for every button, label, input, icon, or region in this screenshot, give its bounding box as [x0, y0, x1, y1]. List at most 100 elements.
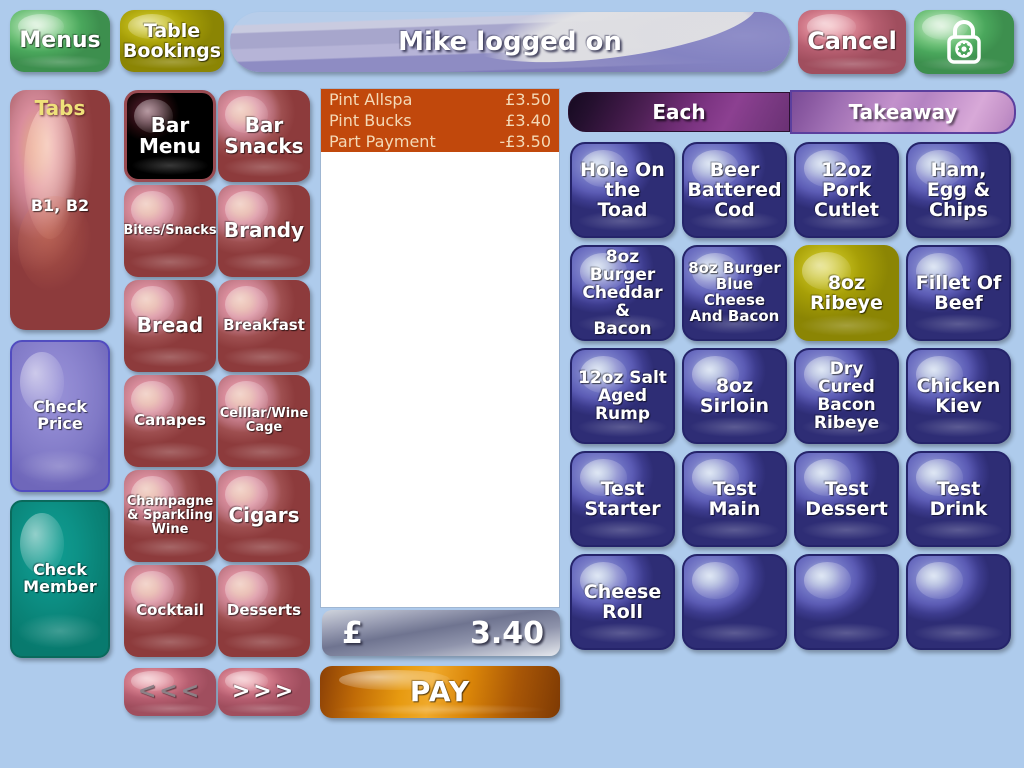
logged-on-banner: Mike logged on — [230, 12, 790, 72]
category-button[interactable]: Breakfast — [218, 280, 310, 372]
categories-next-button[interactable]: >>> — [218, 668, 310, 716]
tab-each[interactable]: Each — [568, 92, 790, 132]
category-button-label: Bread — [136, 313, 204, 338]
category-button-label: Cocktail — [136, 601, 204, 620]
pos-screen: Menus Table Bookings Mike logged on Canc… — [0, 0, 1024, 768]
product-button[interactable]: Dry Cured Bacon Ribeye — [794, 348, 899, 444]
product-button[interactable]: Ham, Egg & Chips — [906, 142, 1011, 238]
product-button[interactable]: Test Main — [682, 451, 787, 547]
menus-button[interactable]: Menus — [10, 10, 110, 72]
check-member-label: Check Member — [23, 560, 97, 596]
product-button-label: 8oz Ribeye — [810, 271, 883, 314]
product-button[interactable]: Beer Battered Cod — [682, 142, 787, 238]
categories-prev-label: <<< — [137, 679, 203, 705]
categories-prev-button[interactable]: <<< — [124, 668, 216, 716]
receipt-line[interactable]: Part Payment -£3.50 — [321, 131, 559, 152]
category-button-label: Cigars — [228, 503, 300, 528]
product-button[interactable]: 8oz Sirloin — [682, 348, 787, 444]
category-button-label: Brandy — [223, 218, 305, 243]
total-amount: 3.40 — [469, 615, 544, 651]
tab-takeaway[interactable]: Takeaway — [790, 90, 1016, 134]
product-button-empty[interactable] — [794, 554, 899, 650]
product-button[interactable]: Test Dessert — [794, 451, 899, 547]
receipt-line-amount: -£3.50 — [499, 132, 551, 151]
logged-on-text: Mike logged on — [398, 27, 622, 57]
product-button-label: Beer Battered Cod — [687, 158, 782, 222]
category-button[interactable]: Bread — [124, 280, 216, 372]
product-button-label: 8oz Sirloin — [699, 374, 770, 417]
table-bookings-button[interactable]: Table Bookings — [120, 10, 224, 72]
product-button[interactable]: 12oz Pork Cutlet — [794, 142, 899, 238]
category-button[interactable]: Canapes — [124, 375, 216, 467]
padlock-icon — [939, 16, 989, 68]
product-button-empty[interactable] — [682, 554, 787, 650]
receipt-line-name: Pint Bucks — [329, 111, 412, 130]
category-button-label: Breakfast — [223, 316, 305, 335]
menus-button-label: Menus — [19, 28, 101, 54]
cancel-button-label: Cancel — [807, 27, 897, 56]
product-button[interactable]: Test Drink — [906, 451, 1011, 547]
product-button-label: Cheese Roll — [583, 580, 662, 623]
product-button-label: Hole On the Toad — [580, 158, 665, 222]
tabs-button[interactable]: Tabs B1, B2 — [10, 90, 110, 330]
category-button-label: Bites/Snacks — [124, 223, 216, 239]
cancel-button[interactable]: Cancel — [798, 10, 906, 74]
category-button-label: Desserts — [226, 601, 302, 620]
product-button[interactable]: 8oz Burger Blue Cheese And Bacon — [682, 245, 787, 341]
category-button[interactable]: Bar Snacks — [218, 90, 310, 182]
product-button[interactable]: 8oz Ribeye — [794, 245, 899, 341]
table-bookings-button-label: Table Bookings — [122, 19, 222, 62]
tabs-title: Tabs — [34, 96, 86, 120]
tab-each-label: Each — [652, 100, 706, 124]
check-member-button[interactable]: Check Member — [10, 500, 110, 658]
product-button[interactable]: 8oz Burger Cheddar & Bacon — [570, 245, 675, 341]
category-button[interactable]: Cocktail — [124, 565, 216, 657]
product-button[interactable]: 12oz Salt Aged Rump — [570, 348, 675, 444]
category-button-label: Champagne & Sparkling Wine — [126, 494, 214, 537]
category-button-label: Bar Snacks — [224, 112, 304, 158]
category-button[interactable]: Brandy — [218, 185, 310, 277]
receipt-line-amount: £3.40 — [505, 111, 551, 130]
product-button-label: Dry Cured Bacon Ribeye — [813, 358, 880, 434]
receipt-line-name: Part Payment — [329, 132, 436, 151]
receipt-line[interactable]: Pint Allspa £3.50 — [321, 89, 559, 110]
product-button-label: Test Drink — [929, 477, 988, 520]
category-button[interactable]: Cigars — [218, 470, 310, 562]
product-button[interactable]: Chicken Kiev — [906, 348, 1011, 444]
check-price-button[interactable]: Check Price — [10, 340, 110, 492]
category-button-label: Bar Menu — [139, 112, 201, 158]
receipt-line-list: Pint Allspa £3.50 Pint Bucks £3.40 Part Paym… — [321, 89, 559, 152]
total-currency-symbol: £ — [342, 615, 363, 651]
tabs-value: B1, B2 — [30, 196, 90, 215]
product-button-empty[interactable] — [906, 554, 1011, 650]
lock-button[interactable] — [914, 10, 1014, 74]
order-total-bar: £ 3.40 — [322, 610, 560, 656]
category-button[interactable]: Champagne & Sparkling Wine — [124, 470, 216, 562]
product-button[interactable]: Hole On the Toad — [570, 142, 675, 238]
receipt-panel[interactable]: Pint Allspa £3.50 Pint Bucks £3.40 Part Paym… — [320, 88, 560, 608]
product-button-label: Ham, Egg & Chips — [926, 158, 991, 222]
category-button[interactable]: Bites/Snacks — [124, 185, 216, 277]
categories-next-label: >>> — [231, 679, 297, 705]
product-button-label: Test Starter — [584, 477, 661, 520]
product-button-label: Chicken Kiev — [916, 374, 1001, 417]
product-button[interactable]: Cheese Roll — [570, 554, 675, 650]
receipt-line-amount: £3.50 — [505, 90, 551, 109]
product-button-label: 12oz Pork Cutlet — [813, 158, 880, 222]
status-bar: 14 JUL SHIFT 1 CLEARING TAB: BAR TAB 1 T… — [0, 725, 1024, 768]
pay-button[interactable]: PAY — [320, 666, 560, 718]
product-button-label: Test Main — [708, 477, 761, 520]
tab-takeaway-label: Takeaway — [848, 100, 958, 124]
category-button[interactable]: Bar Menu — [124, 90, 216, 182]
product-button[interactable]: Test Starter — [570, 451, 675, 547]
receipt-line-name: Pint Allspa — [329, 90, 413, 109]
product-button-label: Fillet Of Beef — [915, 271, 1002, 314]
category-button[interactable]: Celllar/Wine Cage — [218, 375, 310, 467]
product-button-label: 12oz Salt Aged Rump — [578, 367, 667, 424]
pay-button-label: PAY — [409, 675, 471, 709]
category-button[interactable]: Desserts — [218, 565, 310, 657]
category-button-label: Celllar/Wine Cage — [219, 406, 309, 435]
product-button-label: Test Dessert — [805, 477, 888, 520]
product-button[interactable]: Fillet Of Beef — [906, 245, 1011, 341]
receipt-line[interactable]: Pint Bucks £3.40 — [321, 110, 559, 131]
